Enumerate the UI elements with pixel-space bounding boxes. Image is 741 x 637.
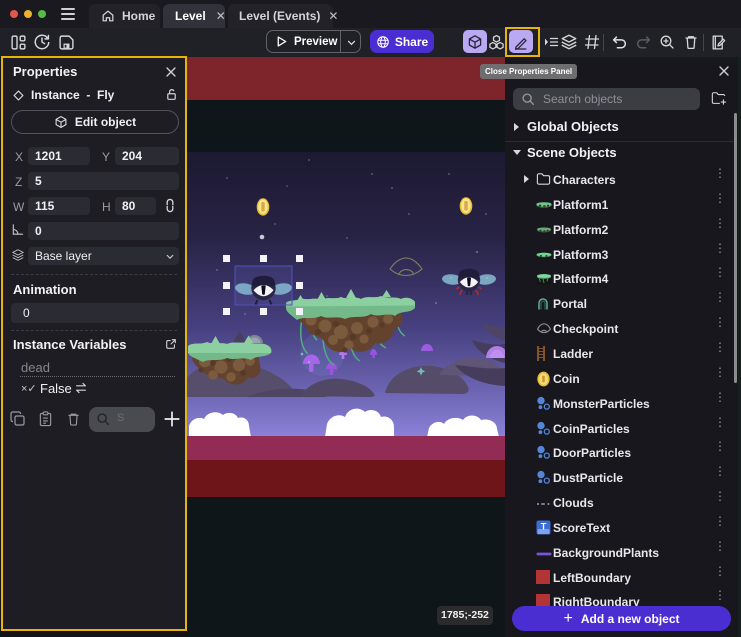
svg-text:T: T — [541, 521, 547, 531]
